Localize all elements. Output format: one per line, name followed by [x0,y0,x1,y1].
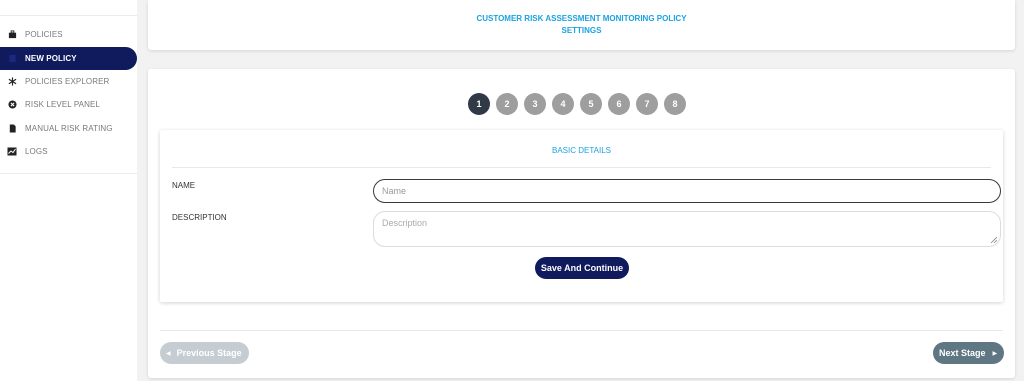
next-stage-button[interactable]: Next Stage ▶ [933,342,1004,364]
page-title: CUSTOMER RISK ASSESSMENT MONITORING POLI… [148,13,1015,37]
description-textarea[interactable]: Description [373,211,1001,247]
stepper: 1 2 3 4 5 6 7 8 [468,93,692,115]
step-2[interactable]: 2 [496,93,518,115]
name-input[interactable]: Name [373,179,1001,203]
name-placeholder: Name [382,186,407,196]
description-label: DESCRIPTION [172,213,227,222]
circle-x-icon [7,100,17,110]
name-label: NAME [172,181,196,190]
briefcase-icon [7,30,17,40]
chart-icon [7,147,17,157]
sidebar-item-policies[interactable]: POLICIES [0,23,137,46]
sidebar-item-label: LOGS [25,147,48,156]
new-policy-icon [7,54,17,64]
wizard-card: 1 2 3 4 5 6 7 8 BASIC DETAILS NAME Name … [148,69,1015,378]
section-divider [172,167,991,168]
previous-stage-label: Previous Stage [176,348,242,358]
sidebar-divider [0,173,137,174]
previous-stage-button[interactable]: ◀ Previous Stage [160,342,249,364]
sidebar-item-policies-explorer[interactable]: POLICIES EXPLORER [0,70,137,93]
page-title-line-2: SETTINGS [561,26,602,35]
step-6[interactable]: 6 [608,93,630,115]
step-3[interactable]: 3 [524,93,546,115]
page-header: CUSTOMER RISK ASSESSMENT MONITORING POLI… [148,0,1015,50]
basic-details-card: BASIC DETAILS NAME Name DESCRIPTION Desc… [160,130,1003,302]
step-4[interactable]: 4 [552,93,574,115]
step-1[interactable]: 1 [468,93,490,115]
sidebar-item-label: POLICIES EXPLORER [25,77,110,86]
resize-grip-icon[interactable] [991,237,997,243]
next-stage-label: Next Stage [939,348,986,358]
sidebar-item-label: POLICIES [25,30,63,39]
sidebar-item-label: NEW POLICY [25,54,77,63]
description-placeholder: Description [382,218,428,228]
sidebar-item-label: RISK LEVEL PANEL [25,100,100,109]
sidebar: POLICIES NEW POLICY POLICIES EXPLORER RI… [0,0,137,381]
footer-divider [160,330,1003,331]
sidebar-divider [0,15,137,16]
sidebar-item-new-policy[interactable]: NEW POLICY [0,47,137,70]
step-8[interactable]: 8 [664,93,686,115]
step-7[interactable]: 7 [636,93,658,115]
sidebar-item-logs[interactable]: LOGS [0,140,137,163]
section-title: BASIC DETAILS [552,146,611,155]
sidebar-item-manual-risk-rating[interactable]: MANUAL RISK RATING [0,117,137,140]
sidebar-item-risk-level-panel[interactable]: RISK LEVEL PANEL [0,93,137,116]
chevron-left-icon: ◀ [166,350,171,357]
sidebar-item-label: MANUAL RISK RATING [25,124,113,133]
document-icon [7,124,17,134]
page-title-line-1: CUSTOMER RISK ASSESSMENT MONITORING POLI… [476,14,687,23]
chevron-right-icon: ▶ [992,350,998,357]
save-and-continue-button[interactable]: Save And Continue [535,257,629,279]
snowflake-icon [7,77,17,87]
step-5[interactable]: 5 [580,93,602,115]
